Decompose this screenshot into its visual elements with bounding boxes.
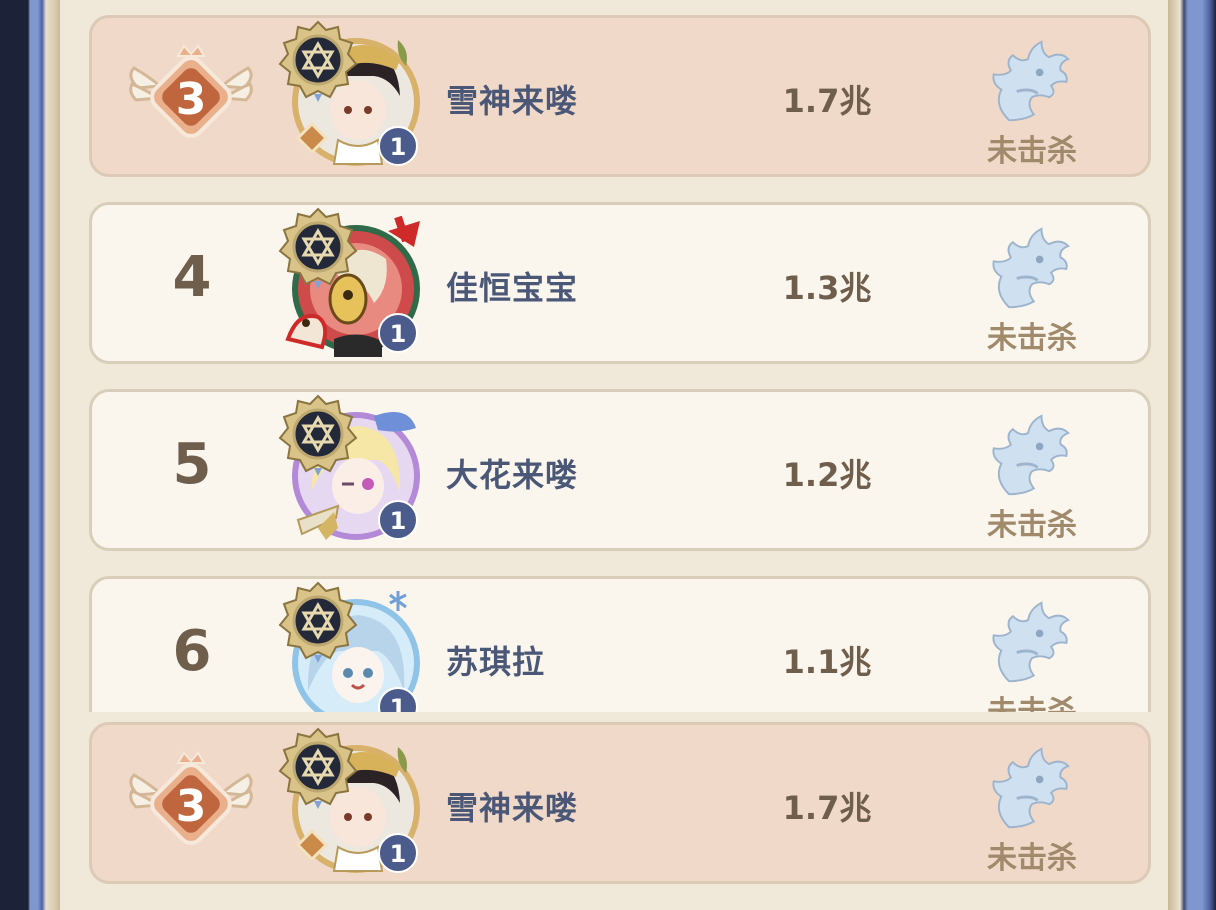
dragon-icon — [991, 747, 1070, 829]
player-name: 大花来喽 — [446, 456, 579, 494]
rank-number: 3 — [176, 781, 207, 832]
damage-value: 1.7兆 — [782, 82, 872, 120]
rank-number: 3 — [176, 74, 207, 125]
rank-medal-icon: 3 — [128, 751, 254, 850]
dragon-icon — [991, 40, 1070, 122]
rank-medal-icon: 3 — [128, 44, 254, 143]
player-avatar[interactable]: 1 — [278, 207, 428, 363]
player-avatar[interactable]: 1 — [278, 581, 428, 712]
player-avatar[interactable]: 1 — [278, 20, 428, 176]
ranking-row[interactable]: 4 1 佳恒宝宝 1.3兆 未击杀 — [89, 202, 1151, 364]
player-name: 苏琪拉 — [446, 643, 546, 681]
my-rank-bar: 3 1 雪神来喽 1.7兆 未击杀 — [60, 712, 1168, 910]
ranking-row[interactable]: 3 1 雪神来喽 1.7兆 未击杀 — [89, 15, 1151, 177]
kill-status: 未击杀 — [987, 321, 1077, 356]
damage-value: 1.1兆 — [782, 643, 872, 681]
damage-value: 1.2兆 — [782, 456, 872, 494]
player-name: 佳恒宝宝 — [446, 269, 579, 307]
level-badge: 1 — [390, 320, 407, 348]
rank-number: 4 — [172, 245, 212, 310]
damage-value: 1.3兆 — [782, 269, 872, 307]
kill-status: 未击杀 — [987, 134, 1077, 169]
level-badge: 1 — [390, 133, 407, 161]
ranking-list[interactable]: 3 1 雪神来喽 1.7兆 未击杀 4 1 佳恒宝宝 1.3兆 未击杀 5 1 … — [60, 0, 1168, 712]
rank-number: 5 — [172, 432, 212, 497]
left-frame — [0, 0, 60, 910]
right-frame — [1168, 0, 1216, 910]
rank-number: 6 — [172, 619, 212, 684]
damage-value: 1.7兆 — [782, 789, 872, 827]
level-badge: 1 — [390, 694, 407, 712]
level-badge: 1 — [390, 507, 407, 535]
dragon-icon — [991, 414, 1070, 496]
player-avatar[interactable]: 1 — [278, 727, 428, 883]
dragon-icon — [991, 227, 1070, 309]
player-name: 雪神来喽 — [446, 789, 579, 827]
dragon-icon — [991, 601, 1070, 683]
my-ranking-row[interactable]: 3 1 雪神来喽 1.7兆 未击杀 — [89, 722, 1151, 884]
player-name: 雪神来喽 — [446, 82, 579, 120]
level-badge: 1 — [390, 840, 407, 868]
kill-status: 未击杀 — [987, 508, 1077, 543]
kill-status: 未击杀 — [952, 687, 1112, 712]
ranking-row[interactable]: 6 1 苏琪拉 1.1兆 未击杀 — [89, 576, 1151, 712]
player-avatar[interactable]: 1 — [278, 394, 428, 550]
ranking-panel: 3 1 雪神来喽 1.7兆 未击杀 4 1 佳恒宝宝 1.3兆 未击杀 5 1 … — [60, 0, 1168, 910]
kill-status: 未击杀 — [987, 841, 1077, 876]
ranking-row[interactable]: 5 1 大花来喽 1.2兆 未击杀 — [89, 389, 1151, 551]
